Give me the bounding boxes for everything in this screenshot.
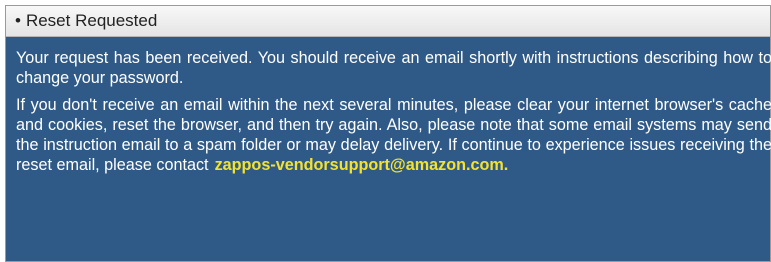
confirmation-message: Your request has been received. You shou…	[16, 49, 771, 87]
reset-requested-panel: • Reset Requested Your request has been …	[5, 5, 771, 262]
bullet-icon: •	[15, 11, 21, 30]
panel-header: • Reset Requested	[6, 6, 770, 37]
panel-body: Your request has been received. You shou…	[6, 37, 771, 175]
panel-title: Reset Requested	[25, 11, 158, 30]
support-email-link[interactable]: zappos-vendorsupport@amazon.com.	[215, 156, 509, 174]
troubleshooting-message: If you don't receive an email within the…	[16, 95, 771, 175]
